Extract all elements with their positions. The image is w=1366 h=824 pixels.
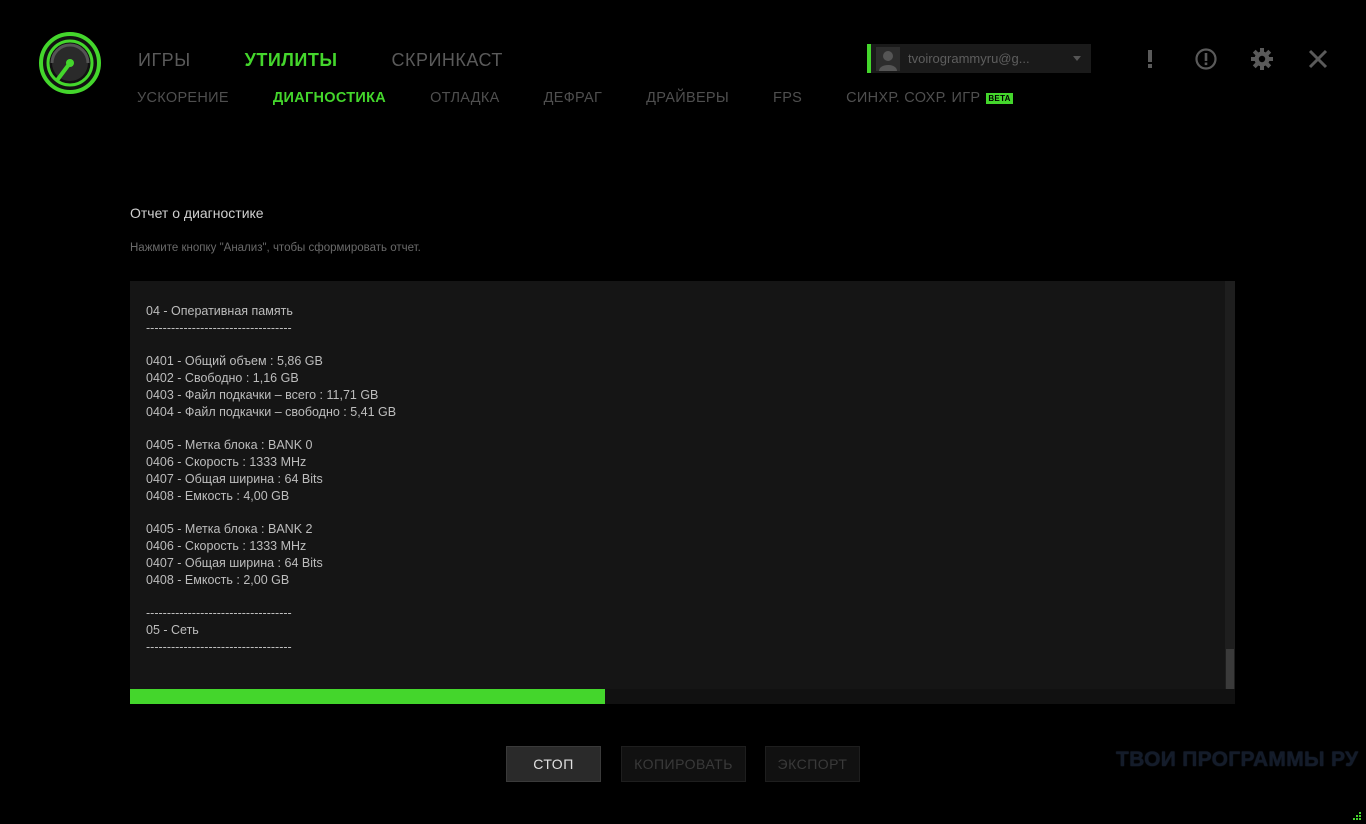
report-line [146,589,1215,606]
report-text: 04 - Оперативная память -----------------… [146,303,1215,656]
sub-nav-item-save-sync[interactable]: СИНХР. СОХР. ИГР BETA [846,90,1013,106]
dropdown-caret-icon [1073,56,1081,61]
copy-button[interactable]: КОПИРОВАТЬ [621,746,746,782]
report-line: 0406 - Скорость : 1333 MHz [146,539,307,554]
report-line: 0404 - Файл подкачки – свободно : 5,41 G… [146,404,397,419]
report-line [146,421,1215,438]
resize-grip-icon[interactable] [1350,808,1362,820]
stop-button[interactable]: СТОП [506,746,601,782]
sub-nav-item-debug[interactable]: ОТЛАДКА [430,90,500,106]
account-selector[interactable]: tvoirogrammyru@g... [867,44,1091,73]
report-line: 0403 - Файл подкачки – всего : 11,71 GB [146,387,379,402]
report-line: 0407 - Общая ширина : 64 Bits [146,471,323,486]
report-line: 04 - Оперативная память [146,304,293,318]
report-line: 0405 - Метка блока : BANK 2 [146,522,313,537]
report-line: 0401 - Общий объем : 5,86 GB [146,354,323,369]
app-window: ИГРЫ УТИЛИТЫ СКРИНКАСТ УСКОРЕНИЕ ДИАГНОС… [0,0,1366,824]
sub-nav-item-boost[interactable]: УСКОРЕНИЕ [137,90,229,106]
main-nav-item-utilities[interactable]: УТИЛИТЫ [245,50,338,71]
beta-badge: BETA [986,92,1013,104]
report-hint: Нажмите кнопку "Анализ", чтобы сформиров… [130,242,421,254]
report-output[interactable]: 04 - Оперативная память -----------------… [130,281,1235,689]
report-line [146,337,1215,354]
account-accent-bar [867,44,871,73]
report-line: 05 - Сеть [146,623,199,638]
report-line: ----------------------------------- [146,320,292,335]
sub-nav: УСКОРЕНИЕ ДИАГНОСТИКА ОТЛАДКА ДЕФРАГ ДРА… [137,90,1057,106]
report-line: ----------------------------------- [146,606,292,621]
sub-nav-item-save-sync-label: СИНХР. СОХР. ИГР [846,90,981,106]
progress-bar-fill [130,689,606,704]
export-button[interactable]: ЭКСПОРТ [765,746,860,782]
report-line: 0402 - Свободно : 1,16 GB [146,371,299,386]
report-line: ----------------------------------- [146,639,292,654]
sub-nav-item-defrag[interactable]: ДЕФРАГ [544,90,603,106]
report-title: Отчет о диагностике [130,205,264,221]
settings-icon[interactable] [1249,46,1275,72]
close-icon[interactable] [1305,46,1331,72]
report-line: 0406 - Скорость : 1333 MHz [146,455,307,470]
alert-icon[interactable] [1137,46,1163,72]
report-line [146,505,1215,522]
account-email: tvoirogrammyru@g... [908,51,1030,66]
report-line: 0408 - Емкость : 4,00 GB [146,488,290,503]
sub-nav-item-diagnostics[interactable]: ДИАГНОСТИКА [273,90,386,106]
report-scrollbar[interactable] [1225,281,1235,689]
logo-icon [38,31,102,95]
report-scrollbar-thumb[interactable] [1226,649,1234,689]
main-nav: ИГРЫ УТИЛИТЫ СКРИНКАСТ [138,50,557,71]
report-line: 0408 - Емкость : 2,00 GB [146,572,290,587]
report-line: 0407 - Общая ширина : 64 Bits [146,555,323,570]
sub-nav-item-drivers[interactable]: ДРАЙВЕРЫ [646,90,729,106]
main-nav-item-games[interactable]: ИГРЫ [138,50,191,71]
progress-bar [130,689,1235,704]
main-nav-item-screencast[interactable]: СКРИНКАСТ [391,50,502,71]
avatar-icon [876,46,900,71]
report-line: 0405 - Метка блока : BANK 0 [146,438,313,453]
sub-nav-item-fps[interactable]: FPS [773,90,802,106]
info-icon[interactable] [1193,46,1219,72]
watermark: ТВОИ ПРОГРАММЫ РУ [1116,748,1359,771]
